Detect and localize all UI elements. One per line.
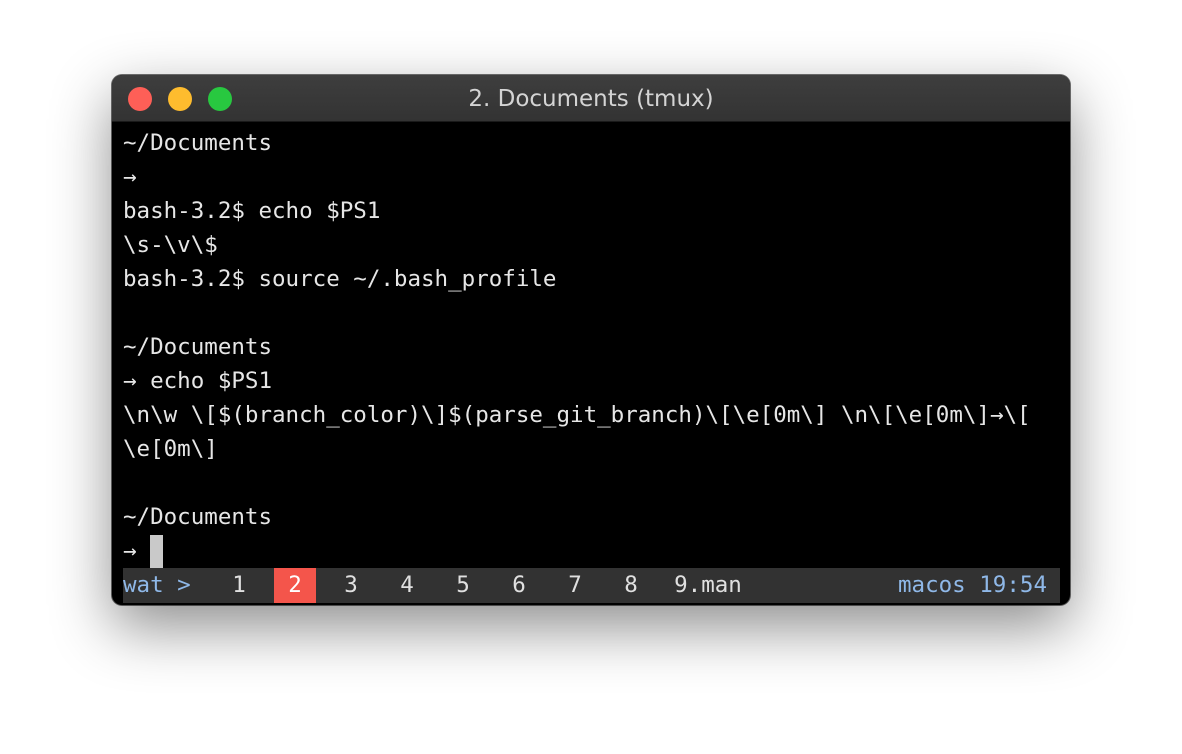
zoom-button[interactable] [208,87,232,111]
tmux-status-bar: wat > 1 2 3 4 5 6 7 8 9.man macos 19:54 [123,568,1060,603]
window-tab-7[interactable]: 7 [554,568,596,603]
window-title: 2. Documents (tmux) [468,86,714,112]
prompt-text: → [123,538,151,564]
window-tab-8[interactable]: 8 [610,568,652,603]
terminal-line: → [123,164,137,190]
close-button[interactable] [128,87,152,111]
window-tab-9[interactable]: 9.man [666,568,750,603]
terminal-line: ~/Documents [123,504,273,530]
window-tab-2[interactable]: 2 [274,568,316,603]
window-tab-5[interactable]: 5 [442,568,484,603]
terminal-line: → echo $PS1 [123,368,273,394]
prompt-line[interactable]: → [123,534,1063,568]
terminal-line: bash-3.2$ echo $PS1 [123,198,381,224]
text-cursor [150,535,164,568]
terminal-output[interactable]: ~/Documents → bash-3.2$ echo $PS1 \s-\v\… [123,126,1063,568]
terminal-line: \n\w \[$(branch_color)\]$(parse_git_bran… [123,402,1031,428]
window-tab-1[interactable]: 1 [218,568,260,603]
terminal-line: \e[0m\] [123,436,218,462]
window-tab-6[interactable]: 6 [498,568,540,603]
terminal-line: \s-\v\$ [123,232,218,258]
session-name: wat > [123,572,191,598]
window-tab-3[interactable]: 3 [330,568,372,603]
terminal-line: ~/Documents [123,130,273,156]
minimize-button[interactable] [168,87,192,111]
terminal-line: ~/Documents [123,334,273,360]
terminal-line: bash-3.2$ source ~/.bash_profile [123,266,557,292]
terminal-window: 2. Documents (tmux) ~/Documents → bash-3… [112,75,1070,605]
status-host-clock: macos 19:54 [897,572,1047,598]
window-tab-4[interactable]: 4 [386,568,428,603]
title-bar[interactable]: 2. Documents (tmux) [112,75,1070,122]
